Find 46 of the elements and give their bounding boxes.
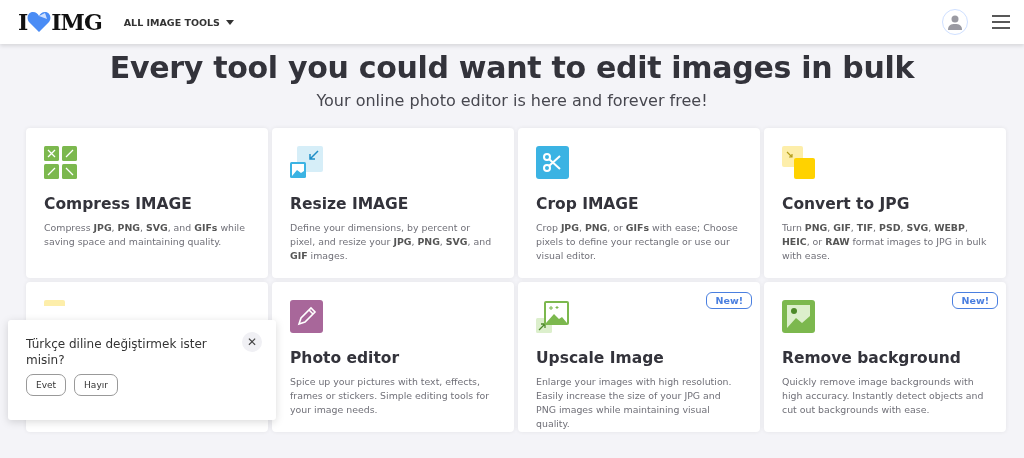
close-button[interactable]: ✕ xyxy=(242,332,262,352)
tool-title: Upscale Image xyxy=(536,349,665,367)
tool-title: Convert to JPG xyxy=(782,195,911,213)
popup-question: Türkçe diline değiştirmek ister misin? xyxy=(26,336,208,368)
tool-description: Crop JPG, PNG, or GIFs with ease; Choose pixels to define your rectangle or use our visual editor. xyxy=(536,221,739,263)
tool-title: Resize IMAGE xyxy=(290,195,410,213)
tool-card[interactable]: New! Remove background Quickly remove image backgrounds with high accuracy. Instantly detect objects and cut out backgrounds with ease. xyxy=(764,282,1006,432)
resize-image-icon xyxy=(290,146,323,179)
file-icon xyxy=(44,300,65,306)
avatar-button[interactable] xyxy=(942,9,968,35)
tool-description: Define your dimensions, by percent or pixel, and resize your JPG, PNG, SVG, and GIF images. xyxy=(290,221,493,263)
new-badge: New! xyxy=(706,292,752,309)
pencil-icon xyxy=(290,300,323,333)
popup-button[interactable]: Evet xyxy=(26,374,67,396)
jpg-file-icon xyxy=(782,146,815,179)
remove-background-icon xyxy=(782,300,815,333)
tool-description: Compress JPG, PNG, SVG, and GIFs while saving space and maintaining quality. xyxy=(44,221,246,249)
popup-button[interactable]: Hayır xyxy=(74,374,118,396)
tool-card[interactable]: Compress IMAGE Compress JPG, PNG, SVG, and GIFs while saving space and maintaining quality. xyxy=(26,128,268,278)
logo-text[interactable]: I xyxy=(18,9,28,35)
heart-logo-icon[interactable] xyxy=(27,12,52,32)
scissors-icon xyxy=(536,146,569,179)
tool-card[interactable]: Crop IMAGE Crop JPG, PNG, or GIFs with ease; Choose pixels to define your rectangle or use our visual editor. xyxy=(518,128,760,278)
hero-title: Every tool you could want to edit images in bulk xyxy=(108,50,916,85)
compress-arrows-icon xyxy=(44,146,77,179)
upscale-image-icon xyxy=(536,300,569,333)
tool-title: Remove background xyxy=(782,349,962,367)
tool-card[interactable]: New! Upscale Image Enlarge your images with high resolution. Easily increase the size of your JPG and PNG images while maintaining visual quality. xyxy=(518,282,760,432)
menu-button[interactable] xyxy=(992,15,1010,29)
tool-card[interactable]: Convert to JPG Turn PNG, GIF, TIF, PSD, SVG, WEBP, HEIC, or RAW format images to JPG in bulk with ease. xyxy=(764,128,1006,278)
all-tools-menu[interactable]: ALL IMAGE TOOLS xyxy=(123,14,234,30)
tool-description: Quickly remove image backgrounds with high accuracy. Instantly detect objects and cut out backgrounds with ease. xyxy=(782,375,985,417)
new-badge: New! xyxy=(952,292,998,309)
tool-title: Photo editor xyxy=(290,349,401,367)
tool-title: Crop IMAGE xyxy=(536,195,640,213)
tool-card[interactable]: Resize IMAGE Define your dimensions, by percent or pixel, and resize your JPG, PNG, SVG, and GIF images. xyxy=(272,128,514,278)
tool-description: Spice up your pictures with text, effects, frames or stickers. Simple editing tools for your image needs. xyxy=(290,375,491,417)
user-icon xyxy=(948,14,962,30)
hero-subtitle: Your online photo editor is here and forever free! xyxy=(315,91,709,110)
tool-description: Enlarge your images with high resolution. Easily increase the size of your JPG and PNG images while maintaining visual quality. xyxy=(536,375,733,431)
caret-icon xyxy=(225,19,234,25)
logo-text[interactable]: IMG xyxy=(51,9,102,35)
tool-description: Turn PNG, GIF, TIF, PSD, SVG, WEBP, HEIC, or RAW format images to JPG in bulk with ease. xyxy=(782,221,988,263)
tool-title: Compress IMAGE xyxy=(44,195,193,213)
tool-card[interactable]: Photo editor Spice up your pictures with text, effects, frames or stickers. Simple editing tools for your image needs. xyxy=(272,282,514,432)
menu-icon xyxy=(992,15,1010,29)
